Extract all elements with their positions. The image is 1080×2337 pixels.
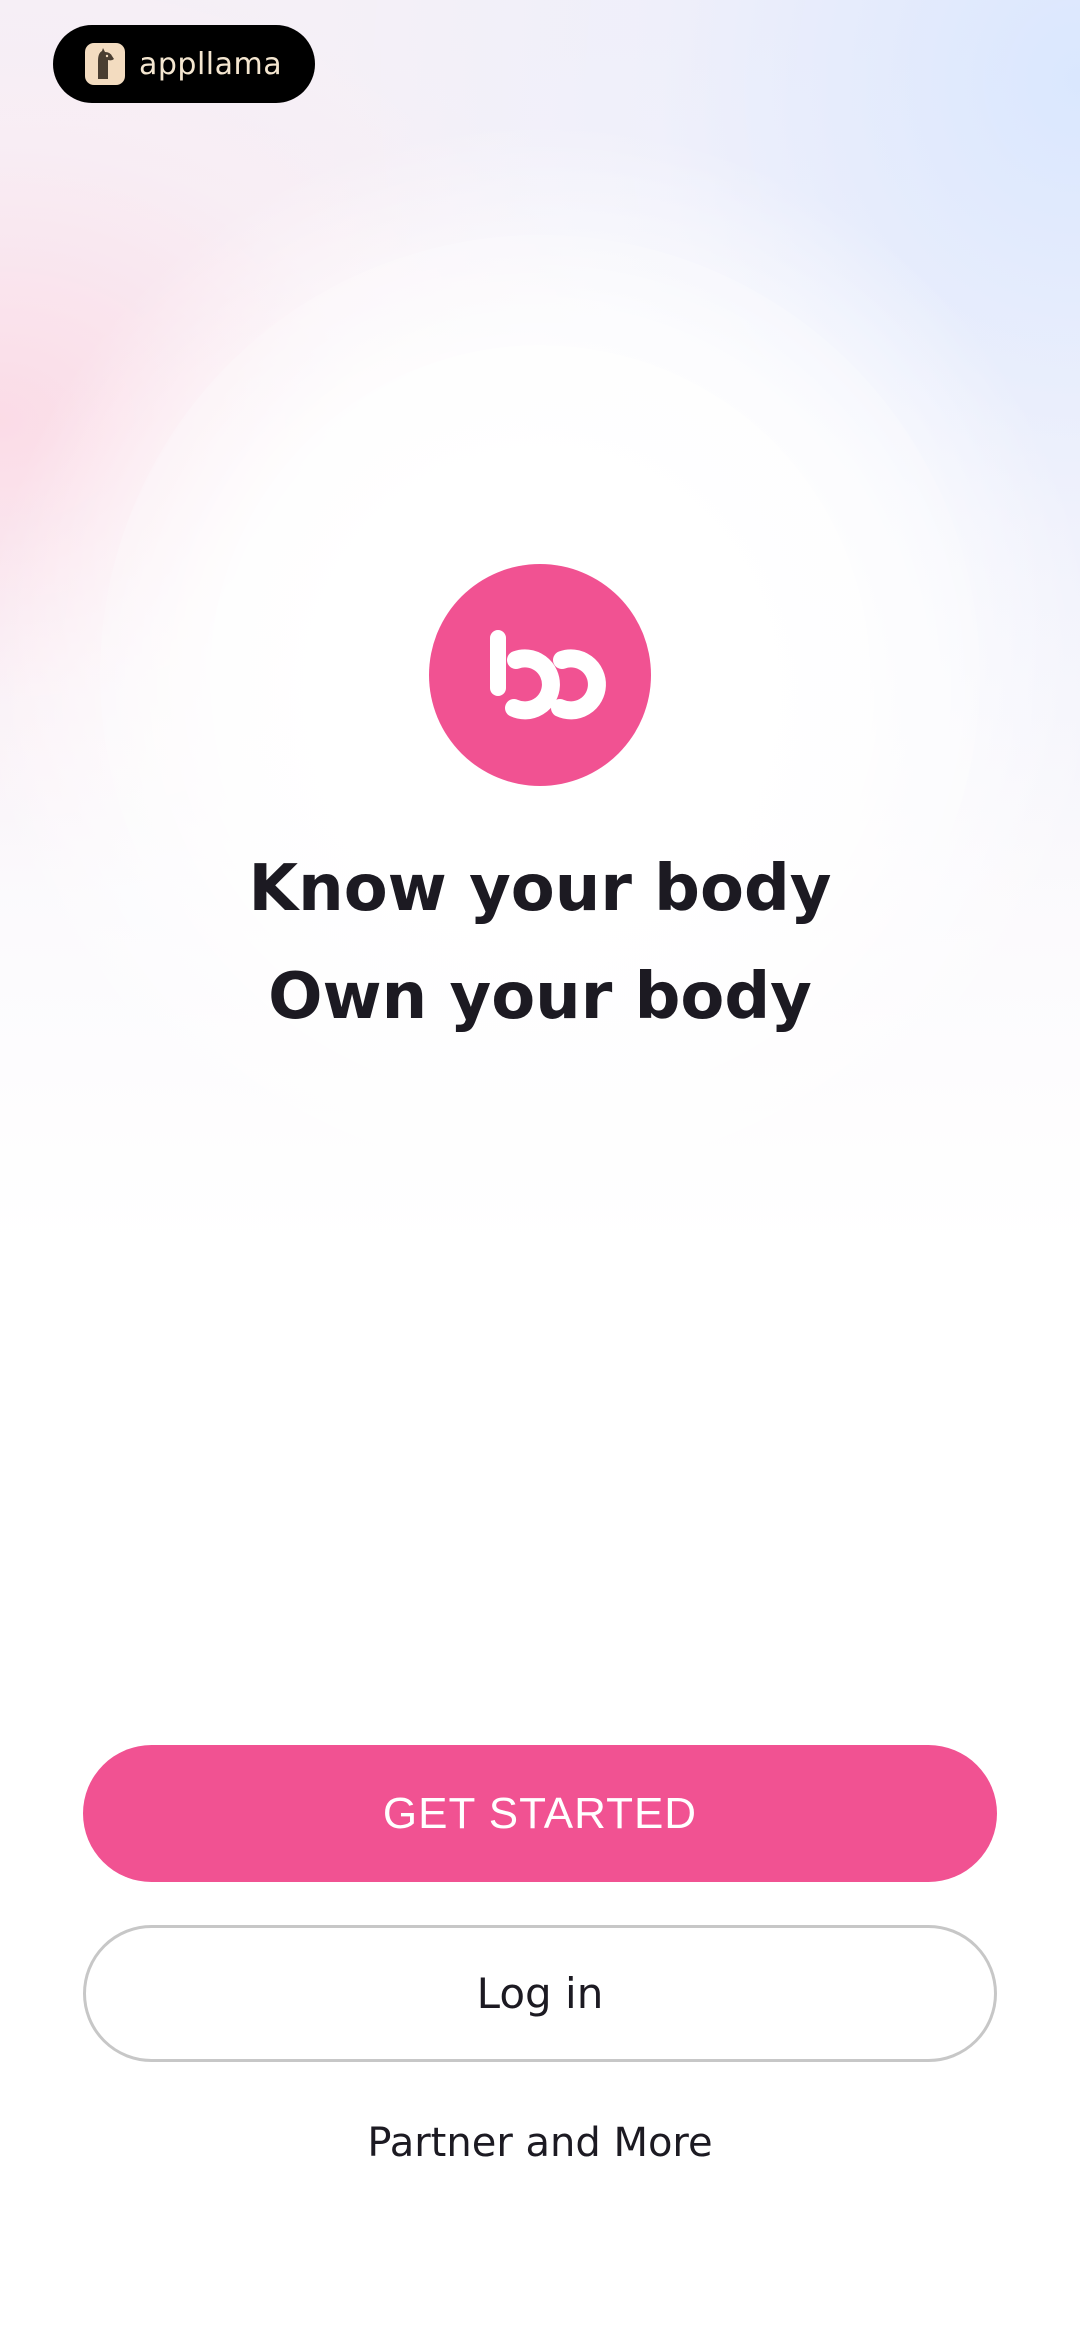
login-button[interactable]: Log in (83, 1925, 997, 2062)
headline-line-1: Know your body (248, 852, 832, 926)
badge-label: appllama (139, 46, 283, 82)
appllama-badge: appllama (53, 25, 315, 103)
headline-line-2: Own your body (268, 960, 812, 1034)
get-started-button[interactable]: GET STARTED (83, 1745, 997, 1882)
partner-and-more-link[interactable]: Partner and More (0, 2120, 1080, 2166)
llama-icon (85, 43, 125, 85)
bb-logo-icon (429, 564, 651, 786)
